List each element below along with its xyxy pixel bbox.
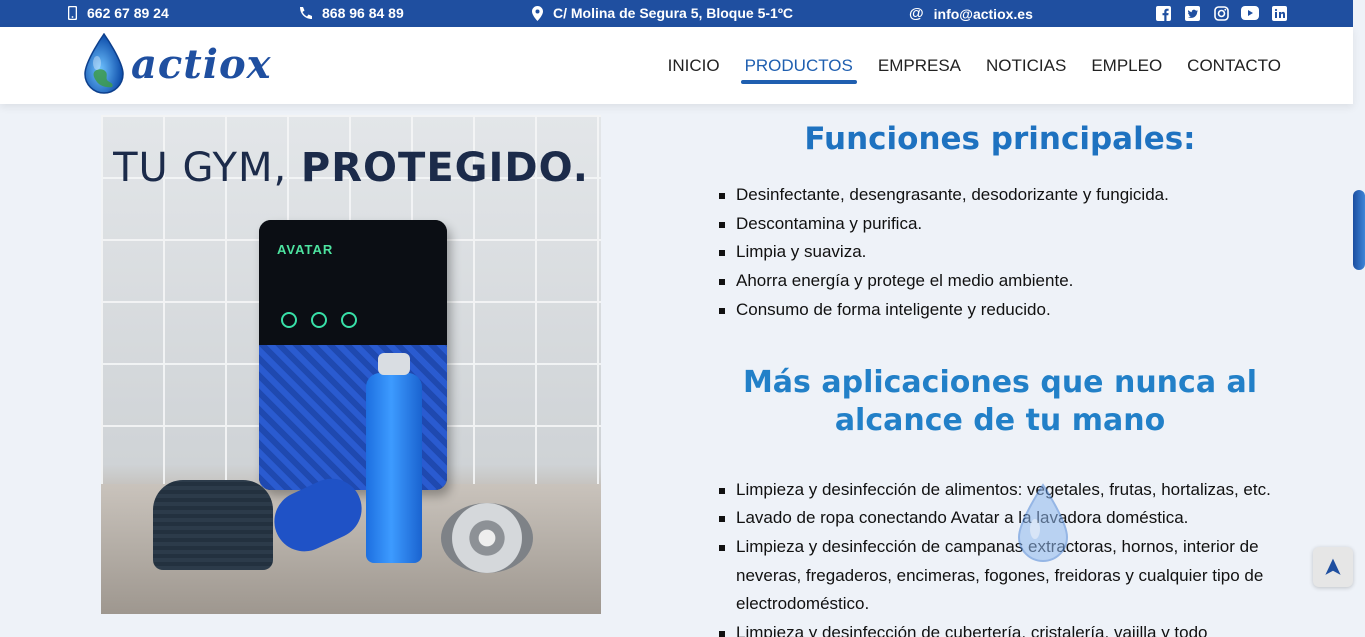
towel — [153, 480, 273, 570]
list-item: Limpieza y desinfección de cubertería, c… — [719, 619, 1279, 637]
water-drop-globe-icon — [84, 33, 124, 94]
device-brand-logo: AVATAR — [277, 242, 334, 257]
logo-wordmark: actiox — [131, 40, 272, 88]
landline-phone-link[interactable]: 868 96 84 89 — [298, 5, 404, 21]
list-item: Consumo de forma inteligente y reducido. — [719, 296, 1300, 325]
product-description: Funciones principales: Desinfectante, de… — [700, 118, 1300, 637]
list-item: Ahorra energía y protege el medio ambien… — [719, 267, 1300, 296]
device-indicators — [281, 312, 357, 328]
site-logo[interactable]: actiox — [83, 33, 271, 95]
applications-heading: Más aplicaciones que nunca al alcance de… — [742, 364, 1258, 438]
list-item: Limpia y suaviza. — [719, 238, 1300, 267]
site-header: actiox INICIO PRODUCTOS EMPRESA NOTICIAS… — [0, 27, 1353, 104]
image-headline-light: TU GYM, — [113, 145, 301, 191]
email-link[interactable]: @ info@actiox.es — [909, 5, 1033, 22]
functions-heading: Funciones principales: — [804, 121, 1196, 157]
nav-noticias[interactable]: NOTICIAS — [986, 56, 1066, 82]
facebook-icon[interactable] — [1154, 5, 1172, 21]
landline-phone-number: 868 96 84 89 — [322, 5, 404, 21]
list-item: Desinfectante, desengrasante, desodoriza… — [719, 181, 1300, 210]
scrollbar-thumb[interactable] — [1353, 190, 1365, 270]
mobile-phone-link[interactable]: 662 67 89 24 — [68, 5, 169, 21]
water-bottle — [366, 353, 422, 563]
phone-icon — [300, 7, 312, 19]
product-image: TU GYM, PROTEGIDO. AVATAR — [101, 115, 601, 614]
nav-inicio[interactable]: INICIO — [668, 56, 720, 82]
main-navigation: INICIO PRODUCTOS EMPRESA NOTICIAS EMPLEO… — [668, 56, 1281, 84]
image-headline: TU GYM, PROTEGIDO. — [101, 145, 601, 191]
list-item: Limpieza y desinfección de alimentos: ve… — [719, 476, 1279, 505]
address-link[interactable]: C/ Molina de Segura 5, Bloque 5-1ºC — [532, 5, 793, 21]
youtube-icon[interactable] — [1241, 5, 1259, 21]
scroll-to-top-button[interactable]: ➤ — [1313, 547, 1353, 587]
nav-productos[interactable]: PRODUCTOS — [740, 56, 858, 84]
address-text: C/ Molina de Segura 5, Bloque 5-1ºC — [553, 5, 794, 21]
linkedin-icon[interactable] — [1270, 5, 1288, 21]
list-item: Limpieza y desinfección de campanas extr… — [719, 533, 1279, 619]
at-sign-icon: @ — [909, 5, 924, 22]
social-links — [1154, 5, 1288, 21]
weight-plates — [441, 503, 533, 573]
instagram-icon[interactable] — [1212, 5, 1230, 21]
list-item: Lavado de ropa conectando Avatar a la la… — [719, 504, 1279, 533]
map-marker-icon — [532, 5, 543, 21]
nav-contacto[interactable]: CONTACTO — [1187, 56, 1281, 82]
device-screen: AVATAR — [259, 220, 447, 345]
top-contact-bar: 662 67 89 24 868 96 84 89 C/ Molina de S… — [0, 0, 1353, 27]
arrow-up-icon: ➤ — [1319, 556, 1347, 578]
image-headline-bold: PROTEGIDO. — [300, 145, 589, 191]
list-item: Descontamina y purifica. — [719, 210, 1300, 239]
mobile-phone-icon — [68, 6, 77, 20]
twitter-icon[interactable] — [1183, 5, 1201, 21]
nav-empleo[interactable]: EMPLEO — [1091, 56, 1162, 82]
water-drop-watermark-icon — [1015, 483, 1071, 568]
email-text: info@actiox.es — [933, 5, 1033, 22]
applications-list: Limpieza y desinfección de alimentos: ve… — [719, 476, 1279, 637]
functions-list: Desinfectante, desengrasante, desodoriza… — [719, 181, 1300, 325]
mobile-phone-number: 662 67 89 24 — [87, 5, 169, 21]
nav-empresa[interactable]: EMPRESA — [878, 56, 961, 82]
